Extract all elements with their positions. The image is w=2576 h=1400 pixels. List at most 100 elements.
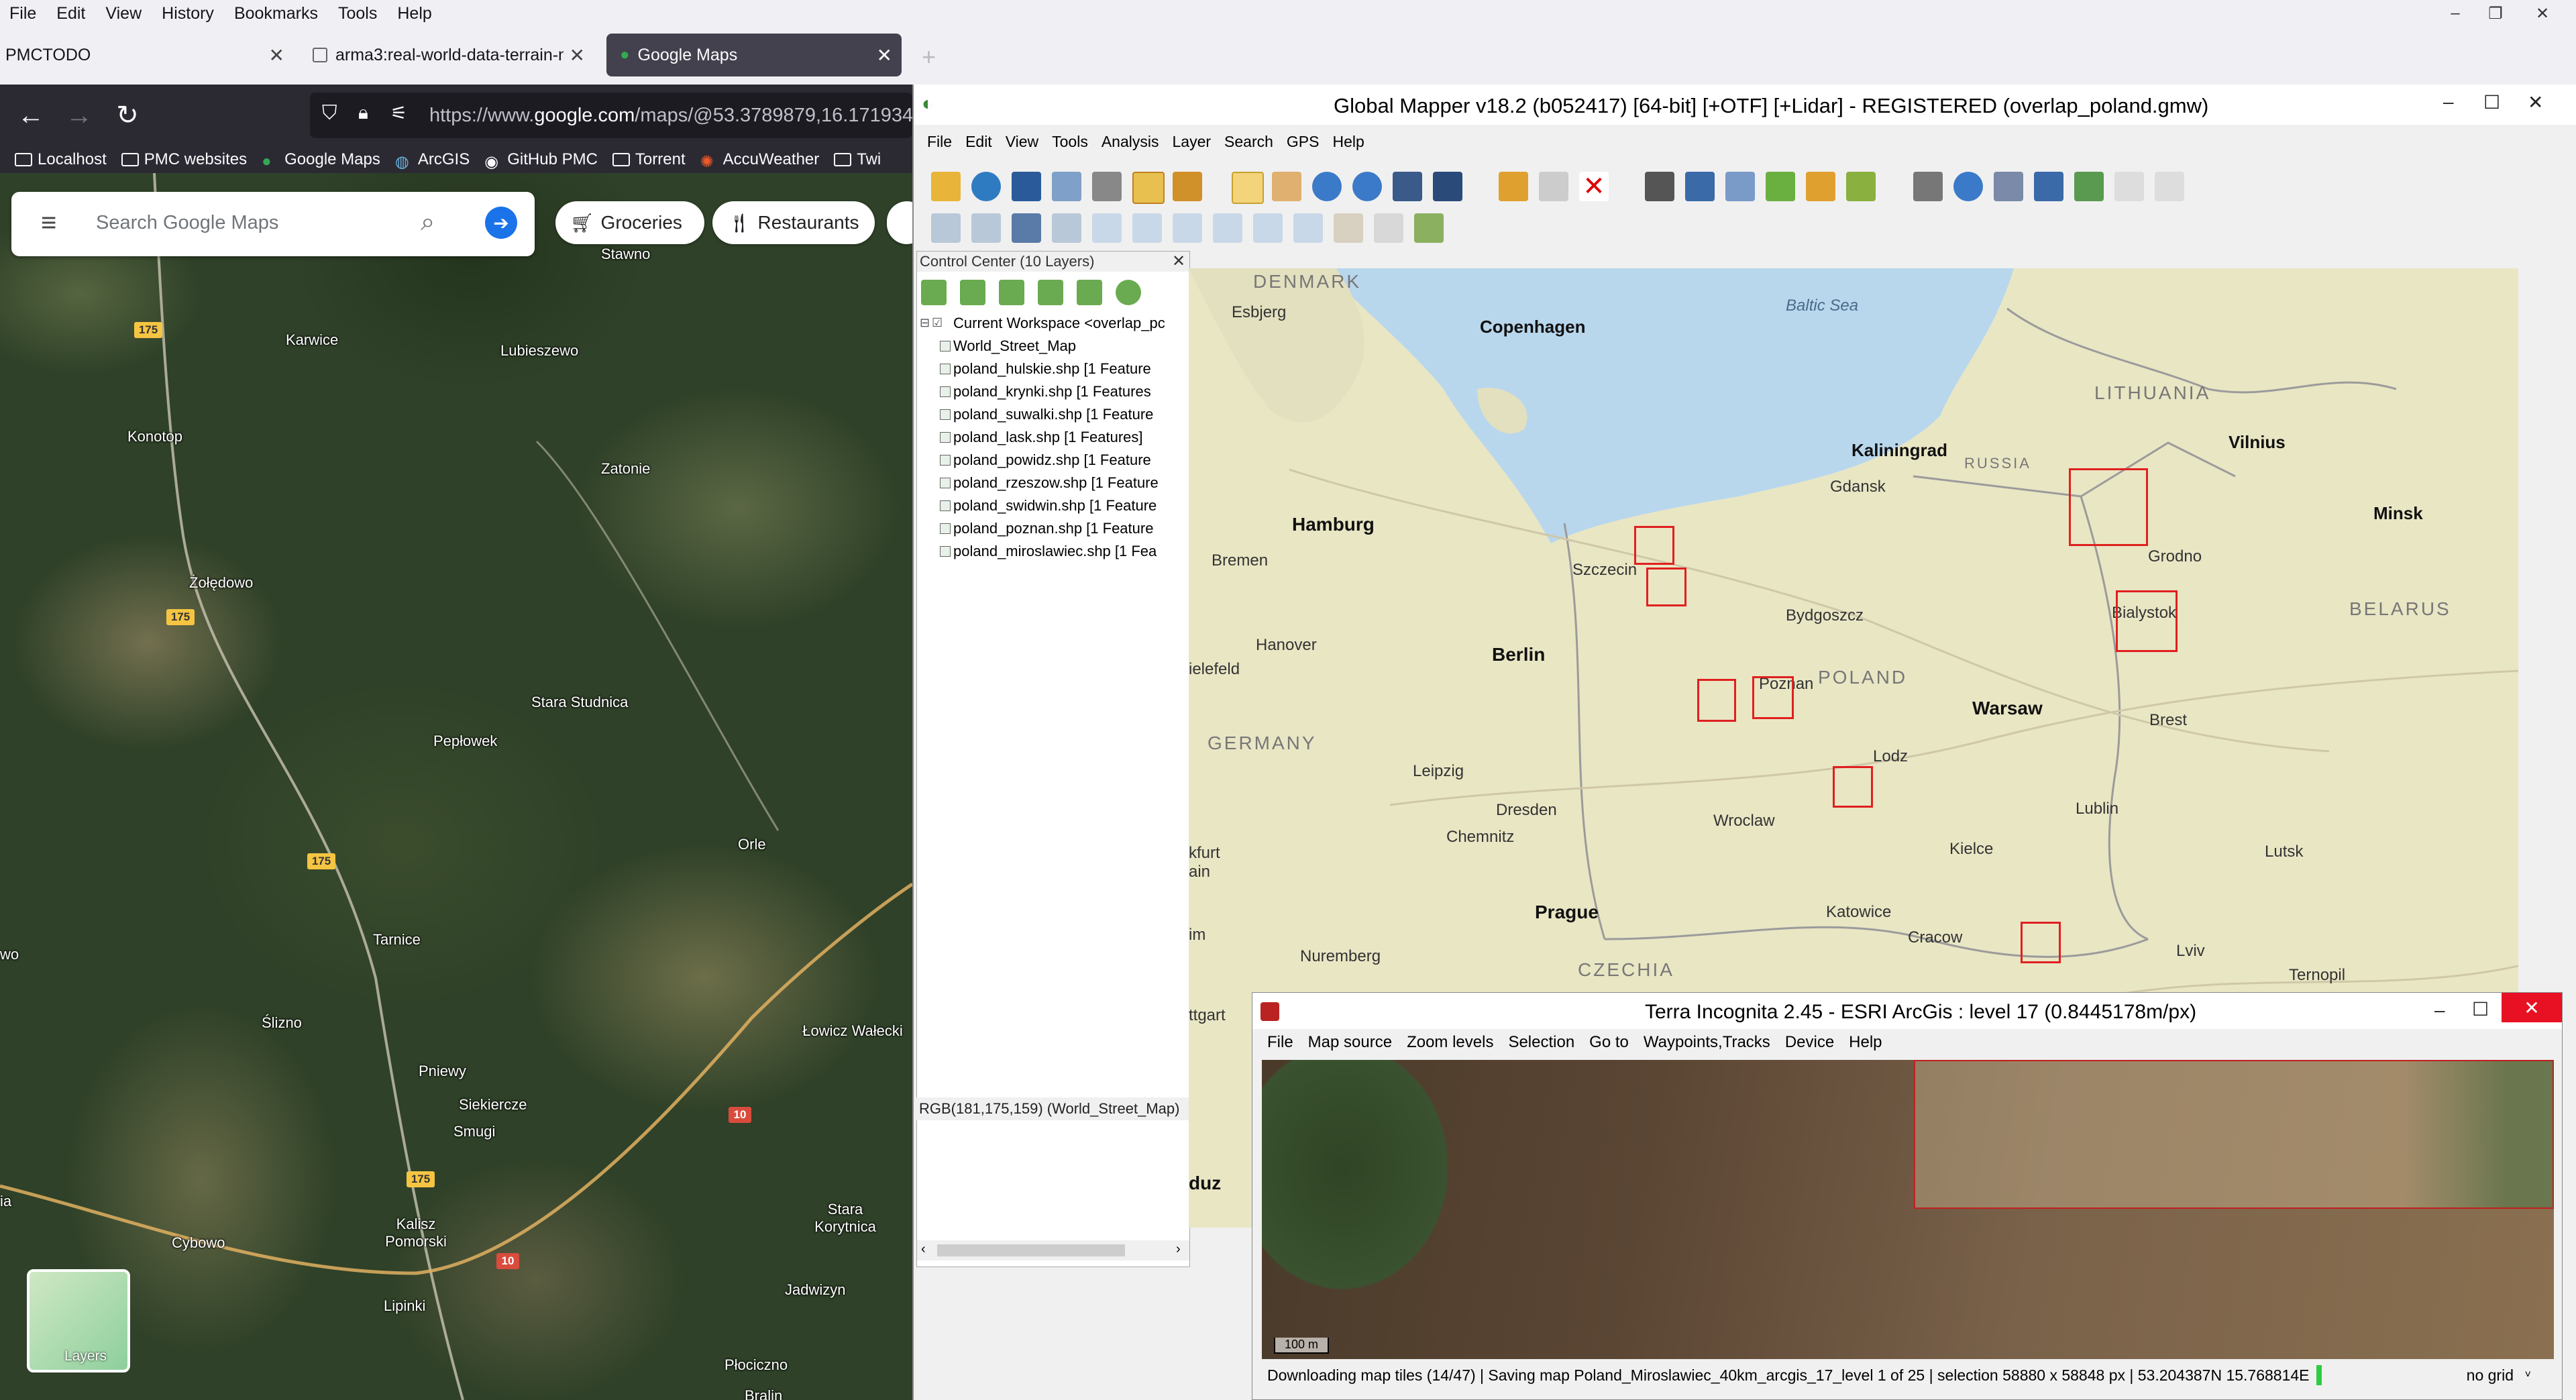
shield-icon[interactable]: ⛉ xyxy=(322,102,337,125)
checkbox-icon[interactable]: ☑ xyxy=(932,316,943,330)
menu-device[interactable]: Device xyxy=(1785,1033,1834,1060)
menu-file[interactable]: File xyxy=(9,4,36,23)
selection-rect-icon[interactable] xyxy=(1539,172,1568,201)
minimize-icon[interactable]: – xyxy=(2434,1000,2445,1021)
open-folder-icon[interactable] xyxy=(931,172,961,201)
hamburger-menu-icon[interactable]: ≡ xyxy=(41,208,56,238)
tab-close-icon[interactable]: ✕ xyxy=(570,44,585,66)
permissions-icon[interactable]: ⚟ xyxy=(390,102,407,124)
checkbox-icon[interactable] xyxy=(940,523,951,534)
close-icon[interactable]: ✕ xyxy=(1172,252,1185,271)
forward-icon[interactable]: → xyxy=(62,98,97,133)
place-label[interactable]: Smugi xyxy=(453,1123,495,1140)
place-label[interactable]: Tarnice xyxy=(373,931,421,949)
menu-analysis[interactable]: Analysis xyxy=(1102,133,1159,160)
snap-icon[interactable] xyxy=(1092,213,1122,243)
zoom-in-icon[interactable] xyxy=(1312,172,1342,201)
place-label[interactable]: Siekiercze xyxy=(459,1096,527,1114)
grid-icon[interactable] xyxy=(1994,172,2023,201)
area-overlay[interactable] xyxy=(2069,468,2148,546)
tree-collapse-icon[interactable]: ⊟ xyxy=(920,316,930,330)
bookmark-google-maps[interactable]: ● Google Maps xyxy=(262,150,380,170)
restore-icon[interactable]: ❐ xyxy=(2475,0,2516,27)
disabled-tool-icon[interactable] xyxy=(2155,172,2184,201)
shape-icon[interactable] xyxy=(1293,213,1323,243)
area-icon[interactable] xyxy=(2074,172,2104,201)
menu-file[interactable]: File xyxy=(927,133,952,160)
line-icon[interactable] xyxy=(1132,213,1162,243)
digitize-icon[interactable] xyxy=(1725,172,1755,201)
bookmark-torrent[interactable]: Torrent xyxy=(612,150,686,169)
tab-pmctodo[interactable]: PMCTODO ✕ xyxy=(5,34,294,76)
search-box[interactable]: ≡ Search Google Maps ⌕ ➔ xyxy=(11,192,535,256)
place-label[interactable]: Lubieszewo xyxy=(500,342,578,360)
move-icon[interactable] xyxy=(1052,213,1081,243)
checkbox-icon[interactable] xyxy=(940,546,951,557)
layer-item[interactable]: poland_lask.shp [1 Features] xyxy=(940,429,1143,446)
close-icon[interactable]: ✕ xyxy=(2528,91,2543,113)
directions-icon[interactable]: ➔ xyxy=(485,207,517,239)
layer-item[interactable]: poland_krynki.shp [1 Features xyxy=(940,383,1151,400)
menu-zoom-levels[interactable]: Zoom levels xyxy=(1407,1033,1493,1060)
place-label[interactable]: Orle xyxy=(738,836,766,853)
layer-up-icon[interactable] xyxy=(1038,280,1063,305)
add-layer-icon[interactable] xyxy=(921,280,947,305)
tab-arma3[interactable]: arma3:real-world-data-terrain-n ✕ xyxy=(313,34,594,76)
visibility-icon[interactable] xyxy=(1116,280,1141,305)
area-overlay[interactable] xyxy=(1752,676,1794,719)
control-center-icon[interactable] xyxy=(1132,172,1165,204)
layer-options-icon[interactable] xyxy=(960,280,985,305)
join-icon[interactable] xyxy=(1213,213,1242,243)
checkbox-icon[interactable] xyxy=(940,409,951,420)
horizontal-scrollbar[interactable]: ‹ › xyxy=(917,1240,1189,1260)
split-icon[interactable] xyxy=(1173,213,1202,243)
workspace-node[interactable]: Current Workspace <overlap_pc xyxy=(953,315,1165,332)
chevron-down-icon[interactable]: ˅ xyxy=(2525,1369,2531,1381)
close-icon[interactable]: ✕ xyxy=(2522,0,2563,27)
layer-item[interactable]: poland_rzeszow.shp [1 Feature xyxy=(940,474,1159,492)
layers-button[interactable]: Layers xyxy=(27,1269,130,1372)
place-label[interactable]: Stara Studnica xyxy=(531,694,628,711)
menu-help[interactable]: Help xyxy=(1849,1033,1882,1060)
delete-icon[interactable]: ✕ xyxy=(1579,172,1609,201)
layer-item[interactable]: poland_suwalki.shp [1 Feature xyxy=(940,406,1153,423)
menu-layer[interactable]: Layer xyxy=(1173,133,1212,160)
digitize-icon[interactable] xyxy=(1846,172,1876,201)
restore-icon[interactable]: ☐ xyxy=(2472,998,2489,1020)
place-label[interactable]: Stara Korytnica xyxy=(812,1201,879,1236)
home-icon[interactable] xyxy=(1433,172,1462,201)
edit-vertices-icon[interactable] xyxy=(1012,213,1041,243)
menu-map-source[interactable]: Map source xyxy=(1308,1033,1392,1060)
measure-icon[interactable] xyxy=(1913,172,1943,201)
reload-icon[interactable]: ↻ xyxy=(110,98,145,133)
place-label[interactable]: Bralin xyxy=(745,1387,782,1400)
chip-groceries[interactable]: 🛒︎ Groceries xyxy=(555,201,704,244)
layer-item[interactable]: World_Street_Map xyxy=(940,337,1076,355)
satellite-tile-view[interactable]: 100 m xyxy=(1262,1060,2554,1359)
back-icon[interactable]: ← xyxy=(13,98,48,133)
digitize-icon[interactable] xyxy=(1685,172,1715,201)
menu-view[interactable]: View xyxy=(105,4,142,23)
save-icon[interactable] xyxy=(1012,172,1041,201)
wrench-icon[interactable] xyxy=(1092,172,1122,201)
layer-item[interactable]: poland_poznan.shp [1 Feature xyxy=(940,520,1153,537)
zoom-to-layer-icon[interactable] xyxy=(1077,280,1102,305)
layer-item[interactable]: poland_powidz.shp [1 Feature xyxy=(940,451,1151,469)
checkbox-icon[interactable] xyxy=(940,364,951,374)
place-label[interactable]: Ślizno xyxy=(262,1014,302,1032)
menu-go-to[interactable]: Go to xyxy=(1589,1033,1629,1060)
globe-icon[interactable] xyxy=(971,172,1001,201)
place-label[interactable]: Stawno xyxy=(601,246,650,263)
back-arrow-icon[interactable] xyxy=(1393,172,1422,201)
menu-gps[interactable]: GPS xyxy=(1287,133,1320,160)
target-icon[interactable] xyxy=(1953,172,1983,201)
selection-rectangle[interactable] xyxy=(1914,1060,2554,1209)
place-label[interactable]: Łowicz Wałecki xyxy=(802,1022,903,1040)
area-overlay[interactable] xyxy=(2021,922,2061,963)
place-label[interactable]: Zatonie xyxy=(601,460,650,478)
menu-help[interactable]: Help xyxy=(1333,133,1364,160)
search-input[interactable]: Search Google Maps xyxy=(96,212,278,234)
menu-search[interactable]: Search xyxy=(1224,133,1273,160)
scroll-left-icon[interactable]: ‹ xyxy=(921,1242,926,1257)
area-overlay[interactable] xyxy=(1697,679,1736,722)
